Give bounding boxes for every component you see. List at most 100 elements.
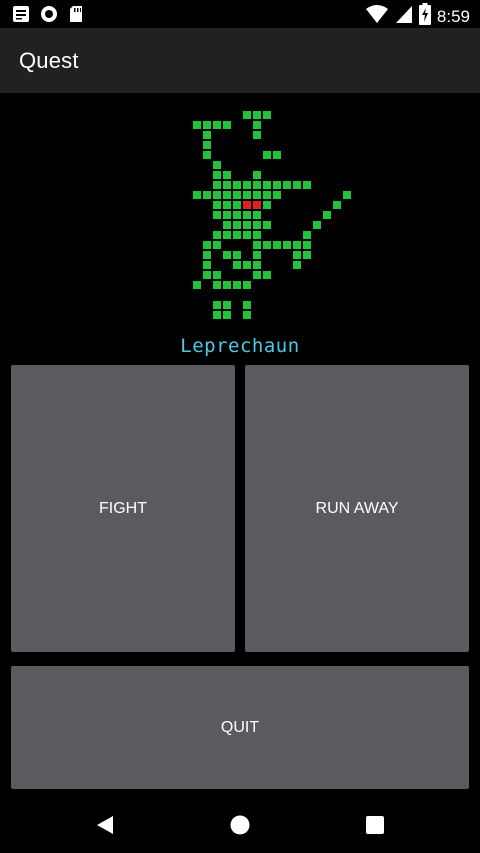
app-title: Quest [19,48,79,73]
sprite-pixel [213,121,221,129]
sprite-pixel [253,121,261,129]
sprite-pixel [203,151,211,159]
sprite-pixel [243,181,251,189]
sprite-pixel [213,191,221,199]
sprite-pixel [243,111,251,119]
sprite-pixel [203,131,211,139]
monster-sprite [193,111,351,319]
sprite-pixel [223,221,231,229]
sprite-pixel [233,221,241,229]
sprite-pixel [303,241,311,249]
sprite-pixel [203,261,211,269]
sprite-pixel [223,301,231,309]
sprite-pixel [263,201,271,209]
sprite-pixel [213,241,221,249]
sprite-pixel [203,141,211,149]
sprite-pixel [223,201,231,209]
sprite-pixel [243,231,251,239]
sprite-eye-pixel [243,201,251,209]
sprite-pixel [223,311,231,319]
sprite-pixel [253,191,261,199]
sprite-pixel [213,181,221,189]
back-icon[interactable] [94,814,116,841]
sprite-pixel [213,161,221,169]
navigation-bar [0,795,480,853]
sprite-pixel [223,231,231,239]
record-icon [40,5,58,28]
sprite-pixel [273,241,281,249]
sprite-pixel [283,181,291,189]
sprite-pixel [293,251,301,259]
recents-icon[interactable] [365,815,385,840]
sprite-pixel [213,171,221,179]
sprite-pixel [293,241,301,249]
sprite-pixel [243,221,251,229]
sprite-pixel [223,121,231,129]
sprite-pixel [253,221,261,229]
sprite-pixel [253,211,261,219]
sprite-staff-pixel [323,211,331,219]
sprite-pixel [263,151,271,159]
clock: 8:59 [436,6,470,26]
sprite-staff-pixel [303,231,311,239]
sprite-pixel [213,281,221,289]
quit-button[interactable]: QUIT [11,666,469,789]
sprite-pixel [243,191,251,199]
sprite-pixel [213,211,221,219]
run-away-button[interactable]: RUN AWAY [245,365,469,652]
sprite-pixel [233,181,241,189]
sprite-pixel [283,241,291,249]
sprite-pixel [213,311,221,319]
sd-card-icon [68,5,84,28]
monster-display: Leprechaun [0,93,480,363]
sprite-staff-pixel [313,221,321,229]
sprite-pixel [223,191,231,199]
sprite-pixel [193,191,201,199]
sprite-pixel [223,181,231,189]
sprite-pixel [243,281,251,289]
home-icon[interactable] [229,814,251,841]
sprite-pixel [263,221,271,229]
sprite-pixel [193,121,201,129]
sprite-pixel [253,251,261,259]
sprite-pixel [233,201,241,209]
sprite-pixel [223,281,231,289]
sprite-pixel [213,231,221,239]
sprite-pixel [263,191,271,199]
sprite-pixel [233,281,241,289]
sprite-pixel [223,171,231,179]
sprite-pixel [213,301,221,309]
sprite-pixel [243,301,251,309]
sprite-pixel [253,261,261,269]
sprite-pixel [243,311,251,319]
sprite-pixel [213,201,221,209]
sprite-pixel [203,191,211,199]
sprite-eye-pixel [253,201,261,209]
sprite-pixel [243,261,251,269]
sprite-pixel [263,111,271,119]
sprite-pixel [223,251,231,259]
signal-icon [395,4,413,29]
sprite-pixel [233,261,241,269]
sprite-pixel [253,271,261,279]
sprite-pixel [253,231,261,239]
sprite-pixel [233,251,241,259]
sprite-pixel [203,251,211,259]
sprite-pixel [263,181,271,189]
monster-name: Leprechaun [180,335,300,357]
sprite-pixel [203,121,211,129]
sprite-pixel [193,281,201,289]
sprite-pixel [253,241,261,249]
sprite-pixel [203,241,211,249]
sprite-pixel [253,181,261,189]
sprite-pixel [263,271,271,279]
sprite-pixel [233,211,241,219]
sprite-pixel [303,251,311,259]
sprite-pixel [223,211,231,219]
sprite-pixel [243,211,251,219]
sprite-staff-pixel [343,191,351,199]
sprite-pixel [273,191,281,199]
wifi-icon [365,4,389,29]
fight-button[interactable]: FIGHT [11,365,235,652]
sprite-pixel [233,231,241,239]
